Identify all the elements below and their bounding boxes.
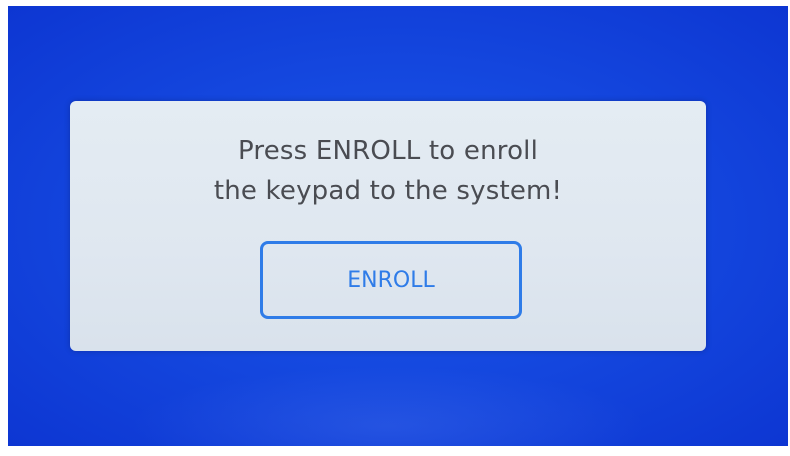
message-line-2: the keypad to the system! [213,176,563,206]
enroll-button[interactable]: ENROLL [260,241,522,319]
photo-frame: Press ENROLL to enroll the keypad to the… [0,0,790,456]
enroll-dialog: Press ENROLL to enroll the keypad to the… [70,101,706,351]
dialog-message: Press ENROLL to enroll the keypad to the… [70,131,706,211]
keypad-screen: Press ENROLL to enroll the keypad to the… [8,6,788,446]
message-line-1: Press ENROLL to enroll [237,136,539,166]
